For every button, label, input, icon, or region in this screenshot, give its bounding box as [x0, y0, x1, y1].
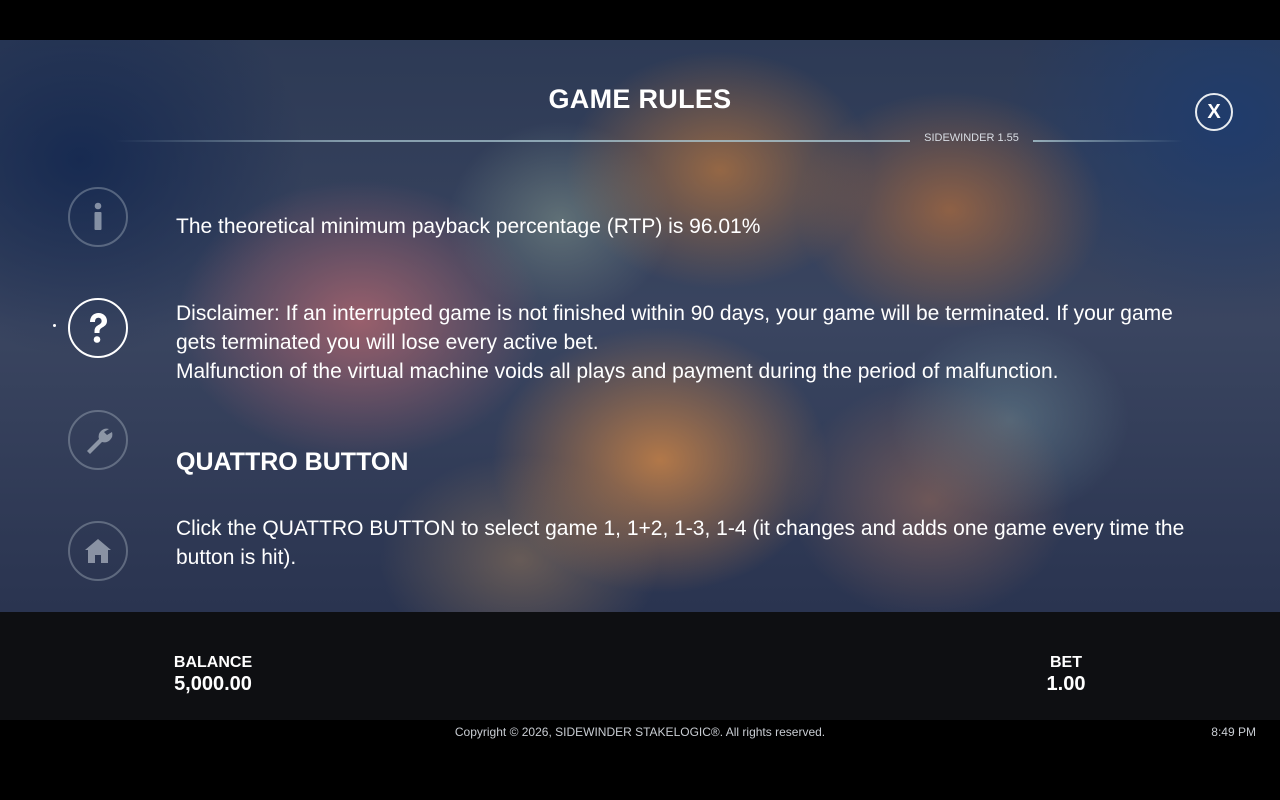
- wrench-icon: [87, 428, 113, 454]
- quattro-text: Click the QUATTRO BUTTON to select game …: [176, 517, 1185, 569]
- bet-label: BET: [1050, 654, 1082, 671]
- sidebar-item-settings[interactable]: [68, 410, 128, 470]
- bet-value: 1.00: [1046, 673, 1086, 695]
- sidebar-item-info[interactable]: [68, 187, 128, 247]
- close-icon: X: [1207, 100, 1221, 123]
- title-divider-right: [1033, 140, 1183, 142]
- rtp-text: The theoretical minimum payback percenta…: [176, 215, 761, 238]
- status-panel: BALANCE 5,000.00 BET 1.00: [0, 612, 1280, 720]
- balance-display: BALANCE 5,000.00: [153, 654, 273, 696]
- quattro-heading: QUATTRO BUTTON: [176, 448, 409, 476]
- malfunction-text: Malfunction of the virtual machine voids…: [176, 360, 1059, 383]
- version-label: SIDEWINDER 1.55: [924, 132, 1019, 144]
- title-divider-left: [115, 140, 910, 142]
- bet-display: BET 1.00: [1026, 654, 1106, 696]
- balance-label: BALANCE: [173, 654, 253, 671]
- balance-value: 5,000.00: [174, 673, 252, 695]
- home-icon: [85, 539, 111, 563]
- rules-panel: GAME RULES SIDEWINDER 1.55 X The theoret…: [0, 40, 1280, 612]
- close-button[interactable]: X: [1195, 93, 1233, 131]
- active-indicator-dot: [53, 324, 56, 327]
- info-icon: [94, 202, 102, 230]
- footer: Copyright © 2026, SIDEWINDER STAKELOGIC®…: [0, 720, 1280, 800]
- disclaimer-text: Disclaimer: If an interrupted game is no…: [176, 302, 1173, 354]
- clock: 8:49 PM: [1211, 725, 1256, 739]
- sidebar-item-help[interactable]: [68, 298, 128, 358]
- question-icon: [90, 313, 107, 343]
- disclaimer-block: Disclaimer: If an interrupted game is no…: [176, 299, 1186, 386]
- top-bar: [0, 0, 1280, 40]
- copyright-text: Copyright © 2026, SIDEWINDER STAKELOGIC®…: [454, 725, 826, 739]
- sidebar-item-home[interactable]: [68, 521, 128, 581]
- page-title: GAME RULES: [548, 84, 732, 114]
